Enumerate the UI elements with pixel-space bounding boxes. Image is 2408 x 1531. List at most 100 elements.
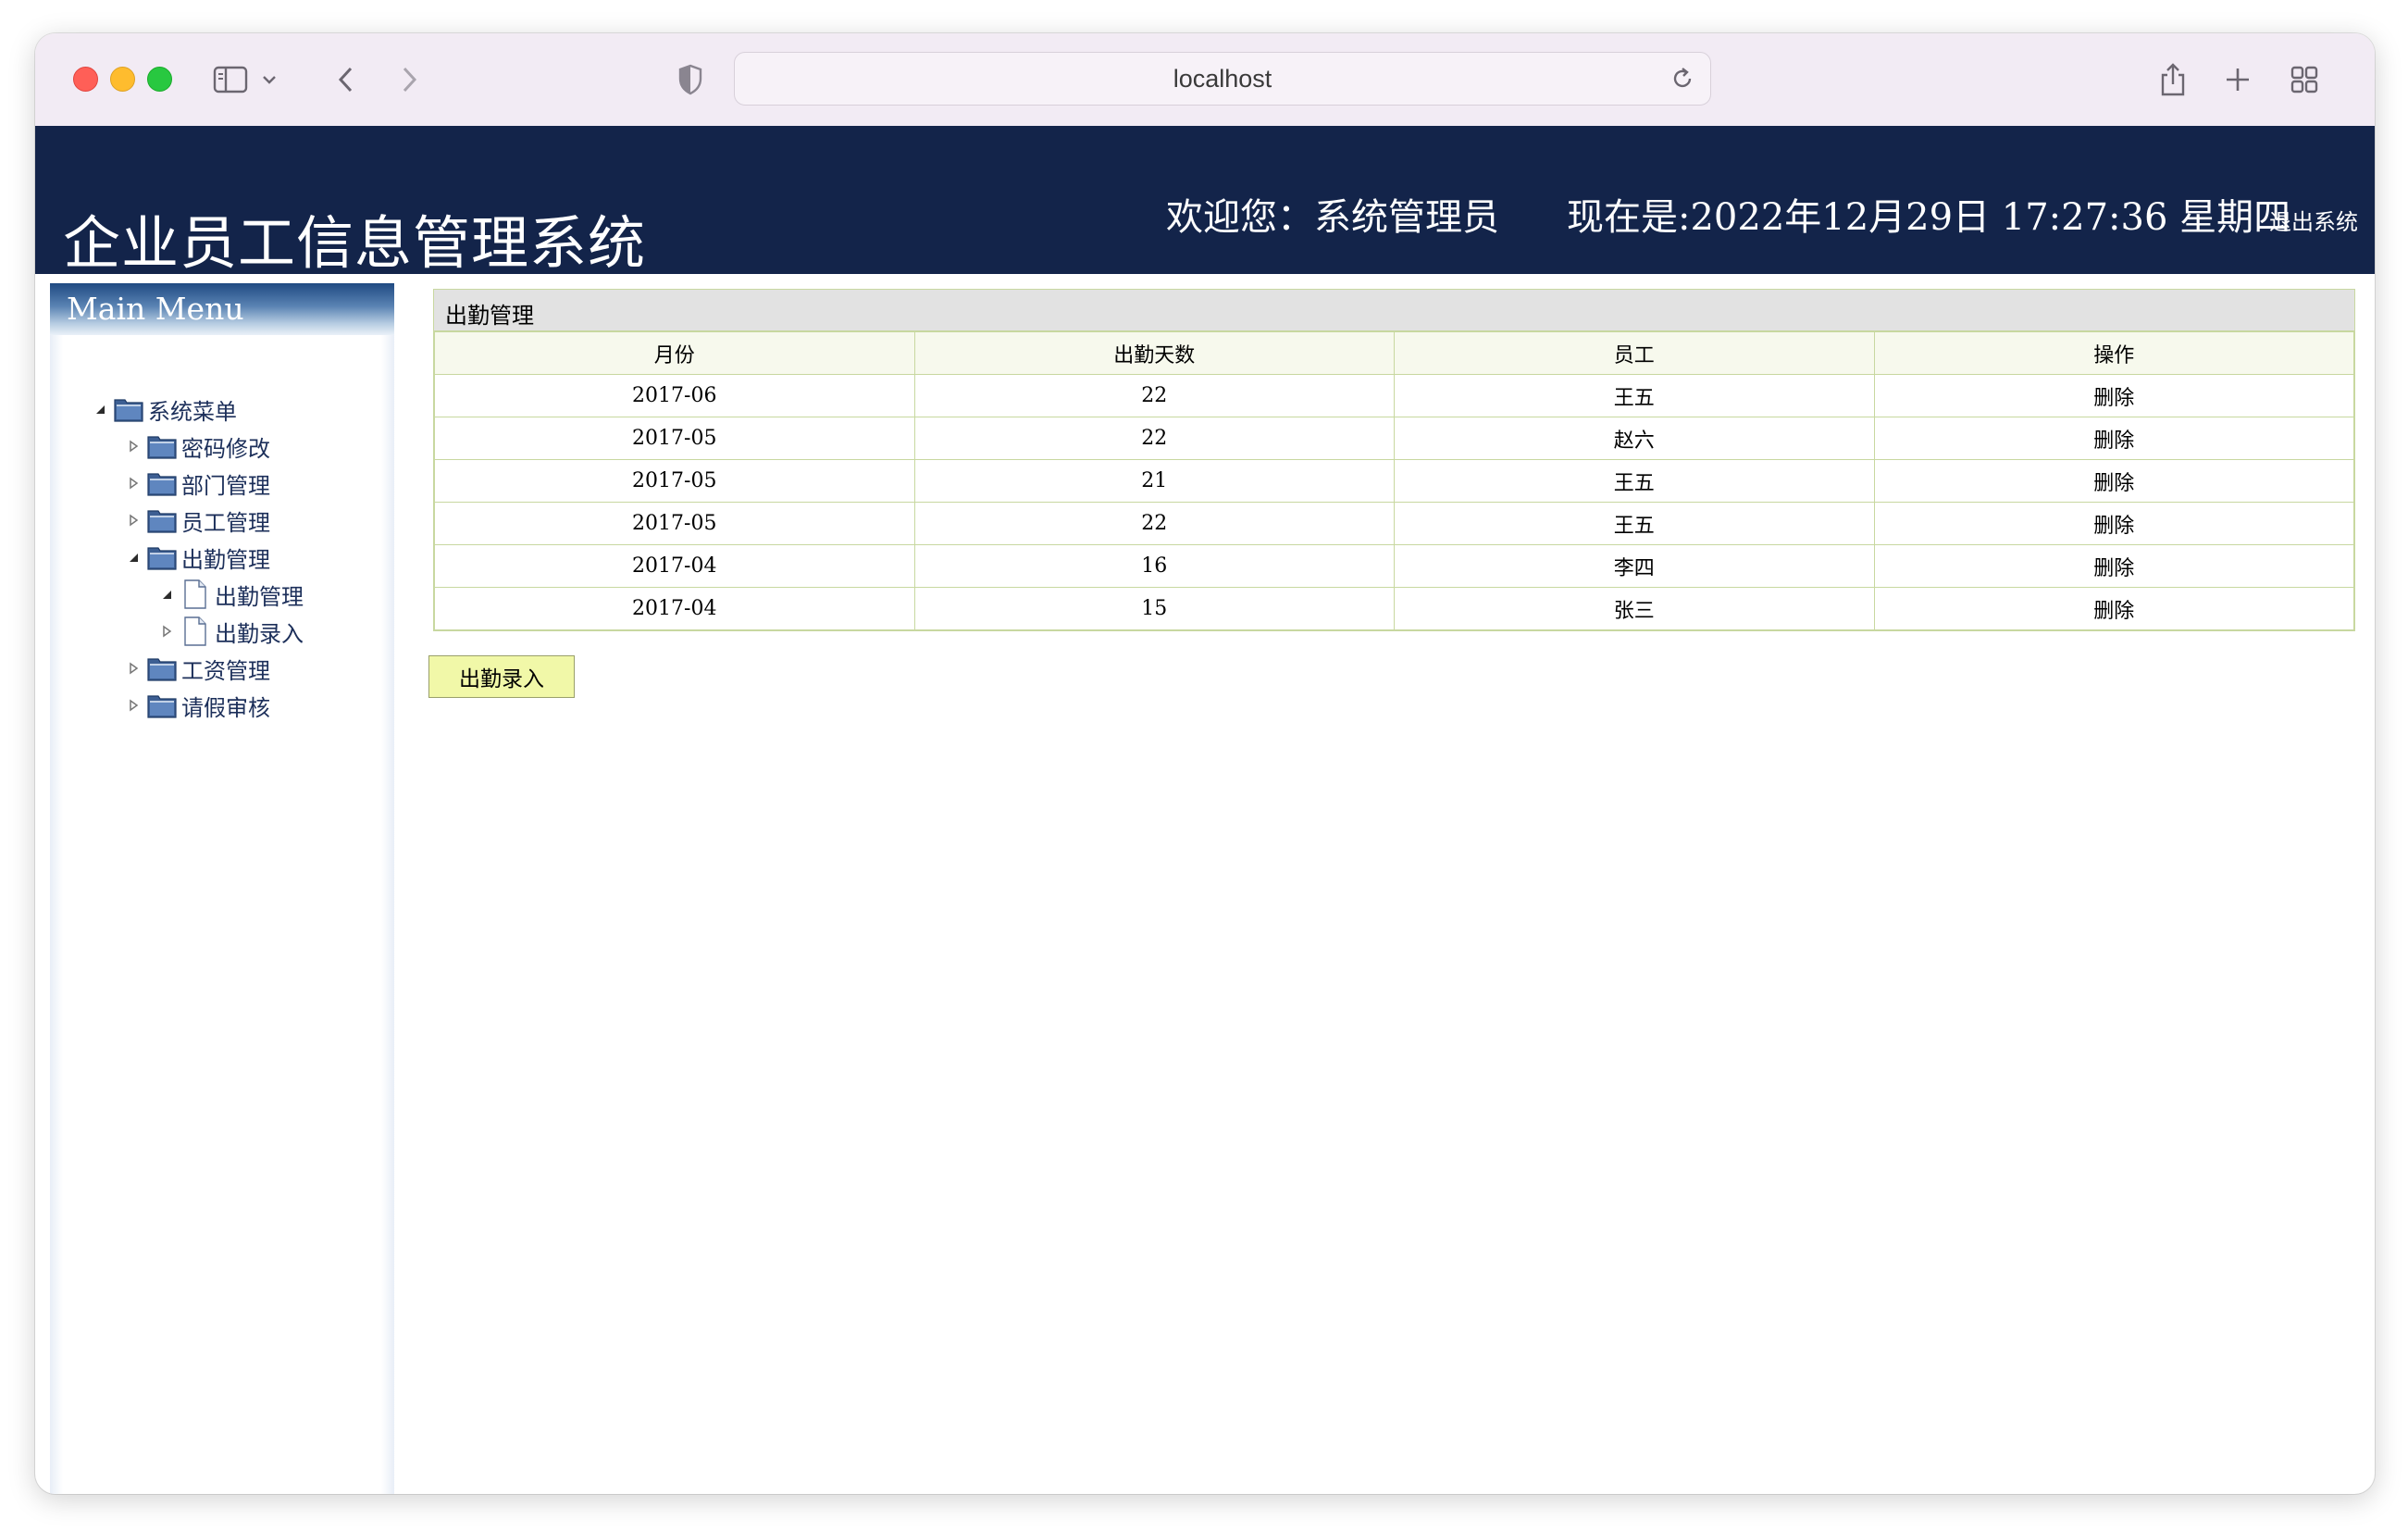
panel-header: 出勤管理 <box>434 290 2354 331</box>
tree-item-password[interactable]: 密码修改 <box>120 429 270 463</box>
cell-month: 2017-05 <box>434 417 915 460</box>
tree-item-attendance-entry[interactable]: 出勤录入 <box>154 615 304 648</box>
zoom-window-button[interactable] <box>147 67 172 92</box>
cell-month: 2017-04 <box>434 544 915 588</box>
cell-days: 22 <box>913 374 1395 417</box>
delete-link[interactable]: 删除 <box>1873 459 2354 503</box>
table-row: 2017-04 16 李四 删除 <box>434 544 2354 588</box>
column-header-days: 出勤天数 <box>913 331 1395 375</box>
cell-month: 2017-05 <box>434 502 915 545</box>
tree-root-system-menu[interactable]: 系统菜单 <box>87 392 237 426</box>
browser-toolbar: localhost <box>35 33 2375 127</box>
sidebar-toggle-icon[interactable] <box>211 61 252 98</box>
cell-days: 22 <box>913 417 1395 460</box>
cell-employee: 赵六 <box>1394 417 1875 460</box>
table-header-row: 月份 出勤天数 员工 操作 <box>434 331 2354 375</box>
tree-label: 请假审核 <box>181 694 270 721</box>
page-icon <box>180 579 211 609</box>
column-header-action: 操作 <box>1873 331 2354 375</box>
collapsed-arrow-icon[interactable] <box>120 467 146 500</box>
expanded-arrow-icon[interactable] <box>120 541 146 574</box>
page-header: 企业员工信息管理系统 欢迎您：系统管理员 现在是:2022年12月29日 17:… <box>35 126 2375 277</box>
cell-employee: 李四 <box>1394 544 1875 588</box>
folder-icon <box>146 653 178 683</box>
new-tab-icon[interactable] <box>2219 61 2256 98</box>
address-bar[interactable]: localhost <box>734 52 1711 106</box>
logout-link[interactable]: 退出系统 <box>2269 204 2358 236</box>
table-row: 2017-04 15 张三 删除 <box>434 587 2354 630</box>
folder-icon <box>146 691 178 720</box>
page-icon <box>180 616 211 646</box>
folder-icon <box>113 394 144 424</box>
delete-link[interactable]: 删除 <box>1873 417 2354 460</box>
expanded-arrow-icon[interactable] <box>87 392 113 426</box>
tree-item-department[interactable]: 部门管理 <box>120 467 270 500</box>
folder-icon <box>146 542 178 572</box>
tab-overview-icon[interactable] <box>2286 61 2323 98</box>
tree-item-attendance[interactable]: 出勤管理 <box>120 541 270 574</box>
tree-label: 出勤管理 <box>215 583 304 610</box>
folder-icon <box>146 431 178 461</box>
collapsed-arrow-icon[interactable] <box>120 504 146 537</box>
tree-label: 部门管理 <box>181 472 270 499</box>
panel-title: 出勤管理 <box>445 303 534 329</box>
main-menu-header: Main Menu <box>50 283 394 335</box>
tree-item-salary[interactable]: 工资管理 <box>120 652 270 685</box>
sidebar: Main Menu 系统菜单 密码修改 部门管理 员工管理 出勤管理 出勤管理 … <box>50 283 394 1494</box>
folder-icon <box>146 505 178 535</box>
cell-month: 2017-06 <box>434 374 915 417</box>
tree-item-attendance-manage[interactable]: 出勤管理 <box>154 578 304 611</box>
main-menu-title: Main Menu <box>67 291 244 327</box>
attendance-entry-button[interactable]: 出勤录入 <box>428 655 575 698</box>
tree-label: 系统菜单 <box>148 398 237 425</box>
cell-month: 2017-04 <box>434 587 915 630</box>
tree-label: 员工管理 <box>181 509 270 536</box>
forward-icon[interactable] <box>392 61 426 98</box>
collapsed-arrow-icon[interactable] <box>120 429 146 463</box>
expanded-arrow-icon[interactable] <box>154 578 180 611</box>
share-icon[interactable] <box>2154 61 2191 98</box>
privacy-shield-icon[interactable] <box>674 61 707 98</box>
welcome-text: 欢迎您：系统管理员 <box>1166 196 1499 239</box>
delete-link[interactable]: 删除 <box>1873 502 2354 545</box>
cell-employee: 王五 <box>1394 459 1875 503</box>
delete-link[interactable]: 删除 <box>1873 374 2354 417</box>
delete-link[interactable]: 删除 <box>1873 587 2354 630</box>
table-row: 2017-05 21 王五 删除 <box>434 459 2354 503</box>
browser-window: localhost 企业员工信息管理系统 欢迎您：系统管理员 现在是:2022年… <box>35 33 2375 1494</box>
table-row: 2017-05 22 赵六 删除 <box>434 417 2354 460</box>
tree-label: 出勤管理 <box>181 546 270 573</box>
collapsed-arrow-icon[interactable] <box>120 652 146 685</box>
system-title: 企业员工信息管理系统 <box>63 209 647 277</box>
cell-month: 2017-05 <box>434 459 915 503</box>
folder-icon <box>146 468 178 498</box>
collapsed-arrow-icon[interactable] <box>154 615 180 648</box>
tree-label: 密码修改 <box>181 435 270 462</box>
cell-employee: 王五 <box>1394 502 1875 545</box>
table-row: 2017-05 22 王五 删除 <box>434 502 2354 545</box>
url-text: localhost <box>1173 65 1272 93</box>
tree-item-leave-review[interactable]: 请假审核 <box>120 689 270 722</box>
cell-days: 21 <box>913 459 1395 503</box>
tree-label: 出勤录入 <box>215 620 304 647</box>
current-datetime: 现在是:2022年12月29日 17:27:36 星期四 <box>1567 196 2291 239</box>
tree-item-employee[interactable]: 员工管理 <box>120 504 270 537</box>
cell-employee: 王五 <box>1394 374 1875 417</box>
cell-days: 16 <box>913 544 1395 588</box>
attendance-table: 月份 出勤天数 员工 操作 2017-06 22 王五 删除 2017-05 2… <box>434 331 2354 630</box>
minimize-window-button[interactable] <box>110 67 135 92</box>
close-window-button[interactable] <box>73 67 98 92</box>
cell-days: 15 <box>913 587 1395 630</box>
delete-link[interactable]: 删除 <box>1873 544 2354 588</box>
reload-icon[interactable] <box>1668 64 1697 93</box>
back-icon[interactable] <box>329 61 363 98</box>
column-header-month: 月份 <box>434 331 915 375</box>
cell-days: 22 <box>913 502 1395 545</box>
chevron-down-icon[interactable] <box>257 61 281 98</box>
tree-label: 工资管理 <box>181 657 270 684</box>
column-header-employee: 员工 <box>1394 331 1875 375</box>
table-row: 2017-06 22 王五 删除 <box>434 374 2354 417</box>
attendance-panel: 出勤管理 月份 出勤天数 员工 操作 2017-06 22 王五 删除 2017… <box>433 289 2355 631</box>
cell-employee: 张三 <box>1394 587 1875 630</box>
collapsed-arrow-icon[interactable] <box>120 689 146 722</box>
